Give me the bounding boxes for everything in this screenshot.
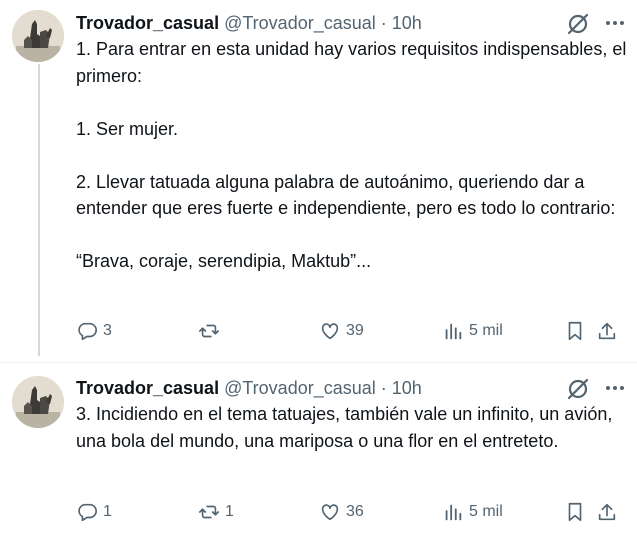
heart-icon	[321, 323, 339, 340]
bookmark-button[interactable]	[564, 497, 591, 527]
repost-button[interactable]	[198, 316, 225, 346]
timestamp[interactable]: 10h	[392, 13, 422, 34]
views-icon	[445, 323, 462, 340]
author-handle[interactable]: @Trovador_casual	[224, 378, 376, 399]
repost-count: 1	[225, 503, 234, 520]
share-button[interactable]	[596, 497, 623, 527]
avatar[interactable]	[12, 376, 64, 428]
more-icon[interactable]	[602, 12, 628, 34]
views-button[interactable]: 5 mil	[442, 316, 503, 346]
views-count: 5 mil	[469, 503, 503, 520]
like-count: 39	[346, 322, 364, 339]
reply-icon	[78, 322, 97, 341]
reply-button[interactable]: 3	[76, 316, 112, 346]
tweet-header: Trovador_casual @Trovador_casual · 10h	[76, 377, 422, 399]
like-button[interactable]: 39	[319, 316, 364, 346]
tweet-paragraph: 3. Incidiendo en el tema tatuajes, tambi…	[76, 404, 613, 451]
tweet[interactable]: Trovador_casual @Trovador_casual · 10h 3…	[0, 362, 637, 541]
tweet-paragraph: “Brava, coraje, serendipia, Maktub”...	[76, 251, 372, 271]
tweet-paragraph: 2. Llevar tatuada alguna palabra de auto…	[76, 171, 616, 219]
tweet-paragraph: 1. Para entrar en esta unidad hay varios…	[76, 39, 627, 86]
tweet-header: Trovador_casual @Trovador_casual · 10h	[76, 12, 422, 34]
tweet[interactable]: Trovador_casual @Trovador_casual · 10h 1…	[0, 0, 637, 362]
share-icon	[598, 322, 616, 340]
like-button[interactable]: 36	[319, 497, 364, 527]
reply-count: 3	[103, 322, 112, 339]
views-count: 5 mil	[469, 322, 503, 339]
reply-count: 1	[103, 503, 112, 520]
tweet-paragraph: 1. Ser mujer.	[76, 118, 179, 139]
separator: ·	[380, 12, 387, 33]
tweet-actions: 3 39 5 mil	[76, 316, 632, 346]
reply-icon	[78, 503, 97, 522]
heart-icon	[321, 504, 339, 521]
bookmark-icon	[568, 321, 582, 341]
more-icon[interactable]	[602, 377, 628, 399]
bookmark-icon	[568, 502, 582, 522]
share-button[interactable]	[596, 316, 623, 346]
author-name[interactable]: Trovador_casual	[76, 13, 219, 34]
tweet-actions: 1 1 36 5 mil	[76, 497, 632, 527]
repost-button[interactable]: 1	[198, 497, 234, 527]
repost-icon	[199, 505, 219, 519]
tweet-text: 1. Para entrar en esta unidad hay varios…	[76, 36, 632, 275]
avatar[interactable]	[12, 10, 64, 62]
like-count: 36	[346, 503, 364, 520]
share-icon	[598, 503, 616, 521]
tweet-text: 3. Incidiendo en el tema tatuajes, tambi…	[76, 401, 632, 454]
timestamp[interactable]: 10h	[392, 378, 422, 399]
views-icon	[445, 504, 462, 521]
grok-icon[interactable]	[565, 11, 591, 37]
views-button[interactable]: 5 mil	[442, 497, 503, 527]
repost-icon	[199, 324, 219, 338]
author-name[interactable]: Trovador_casual	[76, 378, 219, 399]
separator: ·	[380, 377, 387, 398]
reply-button[interactable]: 1	[76, 497, 112, 527]
bookmark-button[interactable]	[564, 316, 591, 346]
author-handle[interactable]: @Trovador_casual	[224, 13, 376, 34]
grok-icon[interactable]	[565, 376, 591, 402]
